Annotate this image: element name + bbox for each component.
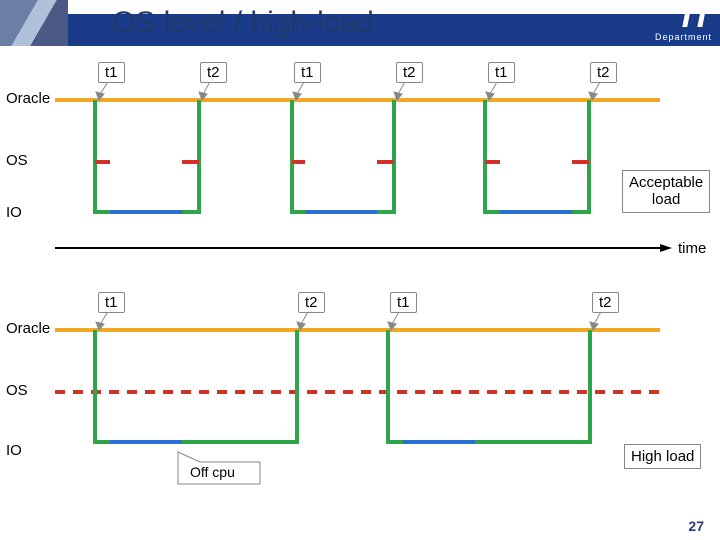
header: OS level / high-load CERNIT Department [0, 0, 720, 52]
highload-box: High load [624, 444, 701, 469]
logo-it: IT [682, 0, 712, 35]
label-os-bot: OS [6, 382, 28, 399]
label-oracle-bot: Oracle [6, 320, 50, 337]
label-io-top: IO [6, 204, 22, 221]
t1-top-2: t1 [294, 62, 321, 83]
offcpu-label: Off cpu [190, 464, 235, 480]
page-title: OS level / high-load [112, 6, 374, 40]
t1-bot-1: t1 [98, 292, 125, 313]
t1-top-3: t1 [488, 62, 515, 83]
bottom-diagram: Oracle OS IO t1 t2 t1 t2 Off cpu High lo… [0, 282, 720, 512]
label-os-top: OS [6, 152, 28, 169]
label-io-bot: IO [6, 442, 22, 459]
top-diagram: Oracle OS IO time t1 t2 t1 t2 t1 t2 Acce… [0, 52, 720, 282]
header-photo [0, 0, 68, 46]
t1-top-1: t1 [98, 62, 125, 83]
t2-top-3: t2 [590, 62, 617, 83]
logo-dept: Department [649, 32, 712, 42]
page-number: 27 [688, 518, 704, 534]
t2-bot-2: t2 [592, 292, 619, 313]
label-time: time [678, 240, 706, 257]
acceptable-load-box: Acceptable load [622, 170, 710, 213]
t2-top-2: t2 [396, 62, 423, 83]
t1-bot-2: t1 [390, 292, 417, 313]
t2-bot-1: t2 [298, 292, 325, 313]
logo: CERNIT Department [649, 2, 712, 42]
t2-top-1: t2 [200, 62, 227, 83]
logo-cern: CERN [649, 2, 681, 13]
label-oracle-top: Oracle [6, 90, 50, 107]
